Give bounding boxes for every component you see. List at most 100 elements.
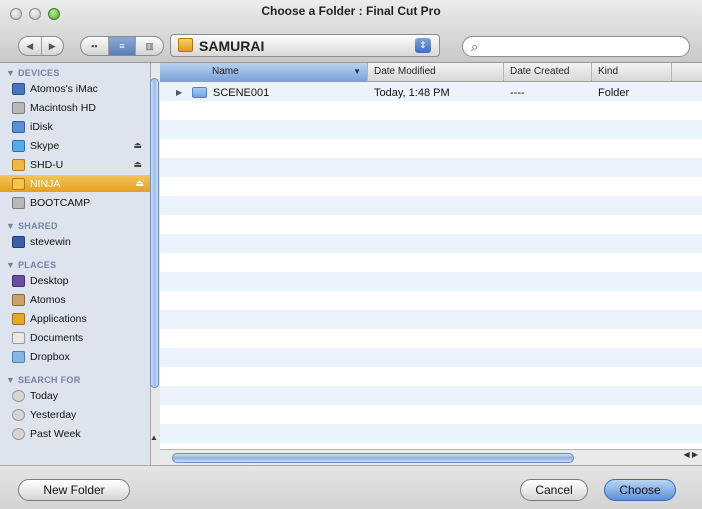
forward-arrow-icon: ▶ — [48, 40, 56, 51]
network-computer-icon — [12, 235, 25, 248]
column-view-button[interactable]: ▥ — [136, 37, 163, 55]
location-popup[interactable]: SAMURAI ⇕ — [170, 34, 440, 57]
sidebar-item-label: Past Week — [30, 427, 81, 440]
forward-button[interactable]: ▶ — [42, 37, 64, 55]
sidebar-item-label: Dropbox — [30, 350, 70, 363]
sidebar-heading-devices: ▼ DEVICES — [6, 68, 60, 78]
row-kind: Folder — [598, 86, 630, 99]
table-row[interactable]: ▶ SCENE001 Today, 1:48 PM ---- Folder — [160, 83, 702, 102]
imac-icon — [12, 82, 25, 95]
cancel-button[interactable]: Cancel — [520, 479, 588, 501]
drive-icon — [12, 177, 25, 190]
icon-view-icon: ▪▪ — [91, 41, 98, 51]
eject-icon[interactable]: ⏏ — [135, 178, 144, 189]
eject-icon[interactable]: ⏏ — [133, 159, 142, 170]
horizontal-scroll-arrows[interactable]: ◀ ▶ — [683, 450, 698, 459]
horizontal-scroll-thumb[interactable] — [172, 453, 574, 463]
clock-icon — [12, 408, 25, 421]
column-header-spacer — [672, 63, 702, 81]
row-date-modified: Today, 1:48 PM — [374, 86, 450, 99]
sidebar-item-past-week[interactable]: Past Week — [12, 425, 148, 442]
column-headers: Name ▼ Date Modified Date Created Kind — [160, 63, 702, 82]
drive-icon — [178, 38, 193, 52]
documents-icon — [12, 331, 25, 344]
folder-icon — [192, 87, 207, 98]
sidebar-item-macintosh-hd[interactable]: Macintosh HD — [12, 99, 148, 116]
clock-icon — [12, 389, 25, 402]
search-field[interactable]: ⌕ — [462, 36, 690, 57]
eject-icon[interactable]: ⏏ — [133, 140, 142, 151]
sidebar-item-yesterday[interactable]: Yesterday — [12, 406, 148, 423]
sidebar: ▼ DEVICES Atomos's iMac Macintosh HD iDi… — [0, 63, 151, 465]
sidebar-item-label: BOOTCAMP — [30, 196, 91, 209]
sidebar-item-label: Documents — [30, 331, 84, 344]
sidebar-item-stevewin[interactable]: stevewin — [12, 233, 148, 250]
sidebar-item-label: SHD-U — [30, 158, 64, 171]
column-header-label: Kind — [598, 66, 619, 77]
sidebar-item-label: Applications — [30, 312, 87, 325]
popup-arrows-icon: ⇕ — [415, 38, 431, 53]
folder-icon — [12, 350, 25, 363]
clock-icon — [12, 427, 25, 440]
sidebar-item-atomos-imac[interactable]: Atomos's iMac — [12, 80, 148, 97]
dialog-button-bar: New Folder Cancel Choose — [0, 465, 702, 509]
applications-icon — [12, 312, 25, 325]
back-forward-control: ◀ ▶ — [18, 36, 64, 56]
sidebar-item-applications[interactable]: Applications — [12, 310, 148, 327]
sidebar-item-label: Today — [30, 389, 59, 402]
icon-view-button[interactable]: ▪▪ — [81, 37, 109, 55]
list-view-icon: ≡ — [119, 41, 125, 51]
sidebar-item-skype[interactable]: Skype ⏏ — [12, 137, 148, 154]
column-header-name[interactable]: Name ▼ — [160, 63, 368, 81]
search-input[interactable] — [489, 39, 683, 55]
sidebar-scroll-arrows[interactable]: ▲▼ — [150, 433, 166, 465]
disclosure-triangle-icon[interactable]: ▶ — [176, 88, 182, 97]
sidebar-heading-search-for: ▼ SEARCH FOR — [6, 375, 81, 385]
sidebar-item-idisk[interactable]: iDisk — [12, 118, 148, 135]
sidebar-item-atomos[interactable]: Atomos — [12, 291, 148, 308]
sidebar-item-dropbox[interactable]: Dropbox — [12, 348, 148, 365]
hard-drive-icon — [12, 101, 25, 114]
choose-button[interactable]: Choose — [604, 479, 676, 501]
column-header-kind[interactable]: Kind — [592, 63, 672, 81]
back-button[interactable]: ◀ — [19, 37, 42, 55]
horizontal-scrollbar[interactable]: ◀ ▶ — [160, 449, 702, 466]
column-header-date-modified[interactable]: Date Modified — [368, 63, 504, 81]
choose-folder-dialog: Choose a Folder : Final Cut Pro ◀ ▶ ▪▪ ≡… — [0, 0, 702, 509]
sidebar-item-label: NINJA — [30, 177, 61, 190]
column-header-date-created[interactable]: Date Created — [504, 63, 592, 81]
sidebar-heading-places: ▼ PLACES — [6, 260, 57, 270]
row-name: SCENE001 — [213, 86, 270, 99]
title-bar: Choose a Folder : Final Cut Pro ◀ ▶ ▪▪ ≡… — [0, 0, 702, 63]
column-header-label: Date Created — [510, 66, 570, 77]
file-list: Name ▼ Date Modified Date Created Kind ▶… — [160, 63, 702, 449]
idisk-icon — [12, 120, 25, 133]
sidebar-heading-shared: ▼ SHARED — [6, 221, 58, 231]
sidebar-item-label: Atomos's iMac — [30, 82, 98, 95]
sidebar-item-desktop[interactable]: Desktop — [12, 272, 148, 289]
column-header-label: Date Modified — [374, 66, 436, 77]
drive-icon — [12, 158, 25, 171]
desktop-icon — [12, 274, 25, 287]
sidebar-item-documents[interactable]: Documents — [12, 329, 148, 346]
sidebar-item-label: Atomos — [30, 293, 66, 306]
sidebar-item-bootcamp[interactable]: BOOTCAMP — [12, 194, 148, 211]
column-view-icon: ▥ — [145, 40, 154, 51]
hard-drive-icon — [12, 196, 25, 209]
new-folder-button[interactable]: New Folder — [18, 479, 130, 501]
home-icon — [12, 293, 25, 306]
sidebar-item-label: Desktop — [30, 274, 69, 287]
sidebar-item-label: Yesterday — [30, 408, 77, 421]
sidebar-item-shd-u[interactable]: SHD-U ⏏ — [12, 156, 148, 173]
drive-icon — [12, 139, 25, 152]
sidebar-item-label: iDisk — [30, 120, 53, 133]
column-header-label: Name — [212, 66, 239, 77]
list-view-button[interactable]: ≡ — [108, 37, 137, 55]
sidebar-item-today[interactable]: Today — [12, 387, 148, 404]
sidebar-item-label: Skype — [30, 139, 60, 152]
back-arrow-icon: ◀ — [26, 40, 34, 51]
sidebar-scrollbar[interactable] — [150, 78, 159, 388]
sort-descending-icon: ▼ — [353, 67, 361, 76]
view-mode-control: ▪▪ ≡ ▥ — [80, 36, 164, 56]
sidebar-item-ninja[interactable]: NINJA ⏏ — [0, 175, 150, 192]
